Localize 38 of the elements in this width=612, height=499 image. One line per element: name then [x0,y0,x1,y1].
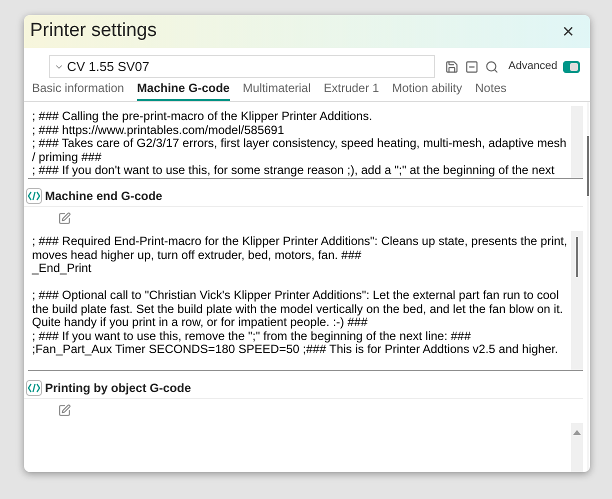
edit-icon[interactable] [58,212,71,225]
code-line: / priming ### [32,150,102,164]
advanced-label: Advanced [508,59,558,74]
tab[interactable]: Machine G-code [137,79,230,101]
editor-scrollbar[interactable] [571,423,584,472]
code-line: ; ### https://www.printables.com/model/585691 [32,124,286,137]
minus-icon[interactable] [465,60,479,74]
advanced-toggle[interactable] [563,60,580,72]
tab[interactable]: Extruder 1 [324,79,380,101]
code-line: Quite handy if you print in a row, or for impatient people. :-) ### [32,316,369,330]
search-icon[interactable] [484,60,498,74]
code-icon [26,380,42,396]
section-title: Machine end G-code [45,188,162,205]
code-line: ; ### Takes care of G2/3/17 errors, first layer consistency, speed heating, multi-mesh, adaptive mesh [32,137,568,150]
scrollbar[interactable] [587,102,590,472]
code-line: ; ### Optional call to "Christian Vick's Klipper Printer Additions": Let the external part fan run to cool [32,289,560,302]
code-icon [26,188,42,204]
code-line: ; ### Calling the pre-print-macro of the Klipper Printer Additions. [32,110,374,124]
tab[interactable]: Multimaterial [242,79,311,101]
code-line: ; ### If you want to use this, remove the ";" from the beginning of the next line: ### [32,330,472,343]
code-line: ; ### Required End-Print-macro for the Klipper Printer Additions": Cleans up state, presents the print, [32,235,568,248]
section-title: Printing by object G-code [45,380,192,397]
edit-icon[interactable] [58,404,71,417]
tab[interactable]: Basic information [32,79,124,101]
window-title: Printer settings [30,19,157,44]
tab[interactable]: Motion ability [392,79,462,101]
editor-scrollbar[interactable] [571,106,584,178]
save-icon[interactable] [445,60,460,74]
tab[interactable]: Notes [475,79,506,101]
code-line: ; ### If you don't want to use this, for some strange reason ;), add a ";" at the beginning of the next [32,164,556,178]
scroll-up-arrow-icon[interactable] [573,429,582,435]
code-line: _End_Print [32,262,92,276]
code-line: moves head higher up, turn off extruder, bed, motors, fan. ### [32,248,362,262]
editor-scrollbar[interactable] [571,231,584,370]
preset-dropdown[interactable]: CV 1.55 SV07 [49,55,436,78]
code-line: ;Fan_Part_Aux Timer SECONDS=180 SPEED=50 ;### This is for Printer Addtions v2.5 and higher. [32,343,560,356]
code-line: the build plate fast. Set the build plate with the model vertically on the bed, and let the fan blow on it. [32,302,564,316]
close-button[interactable]: × [562,22,574,42]
